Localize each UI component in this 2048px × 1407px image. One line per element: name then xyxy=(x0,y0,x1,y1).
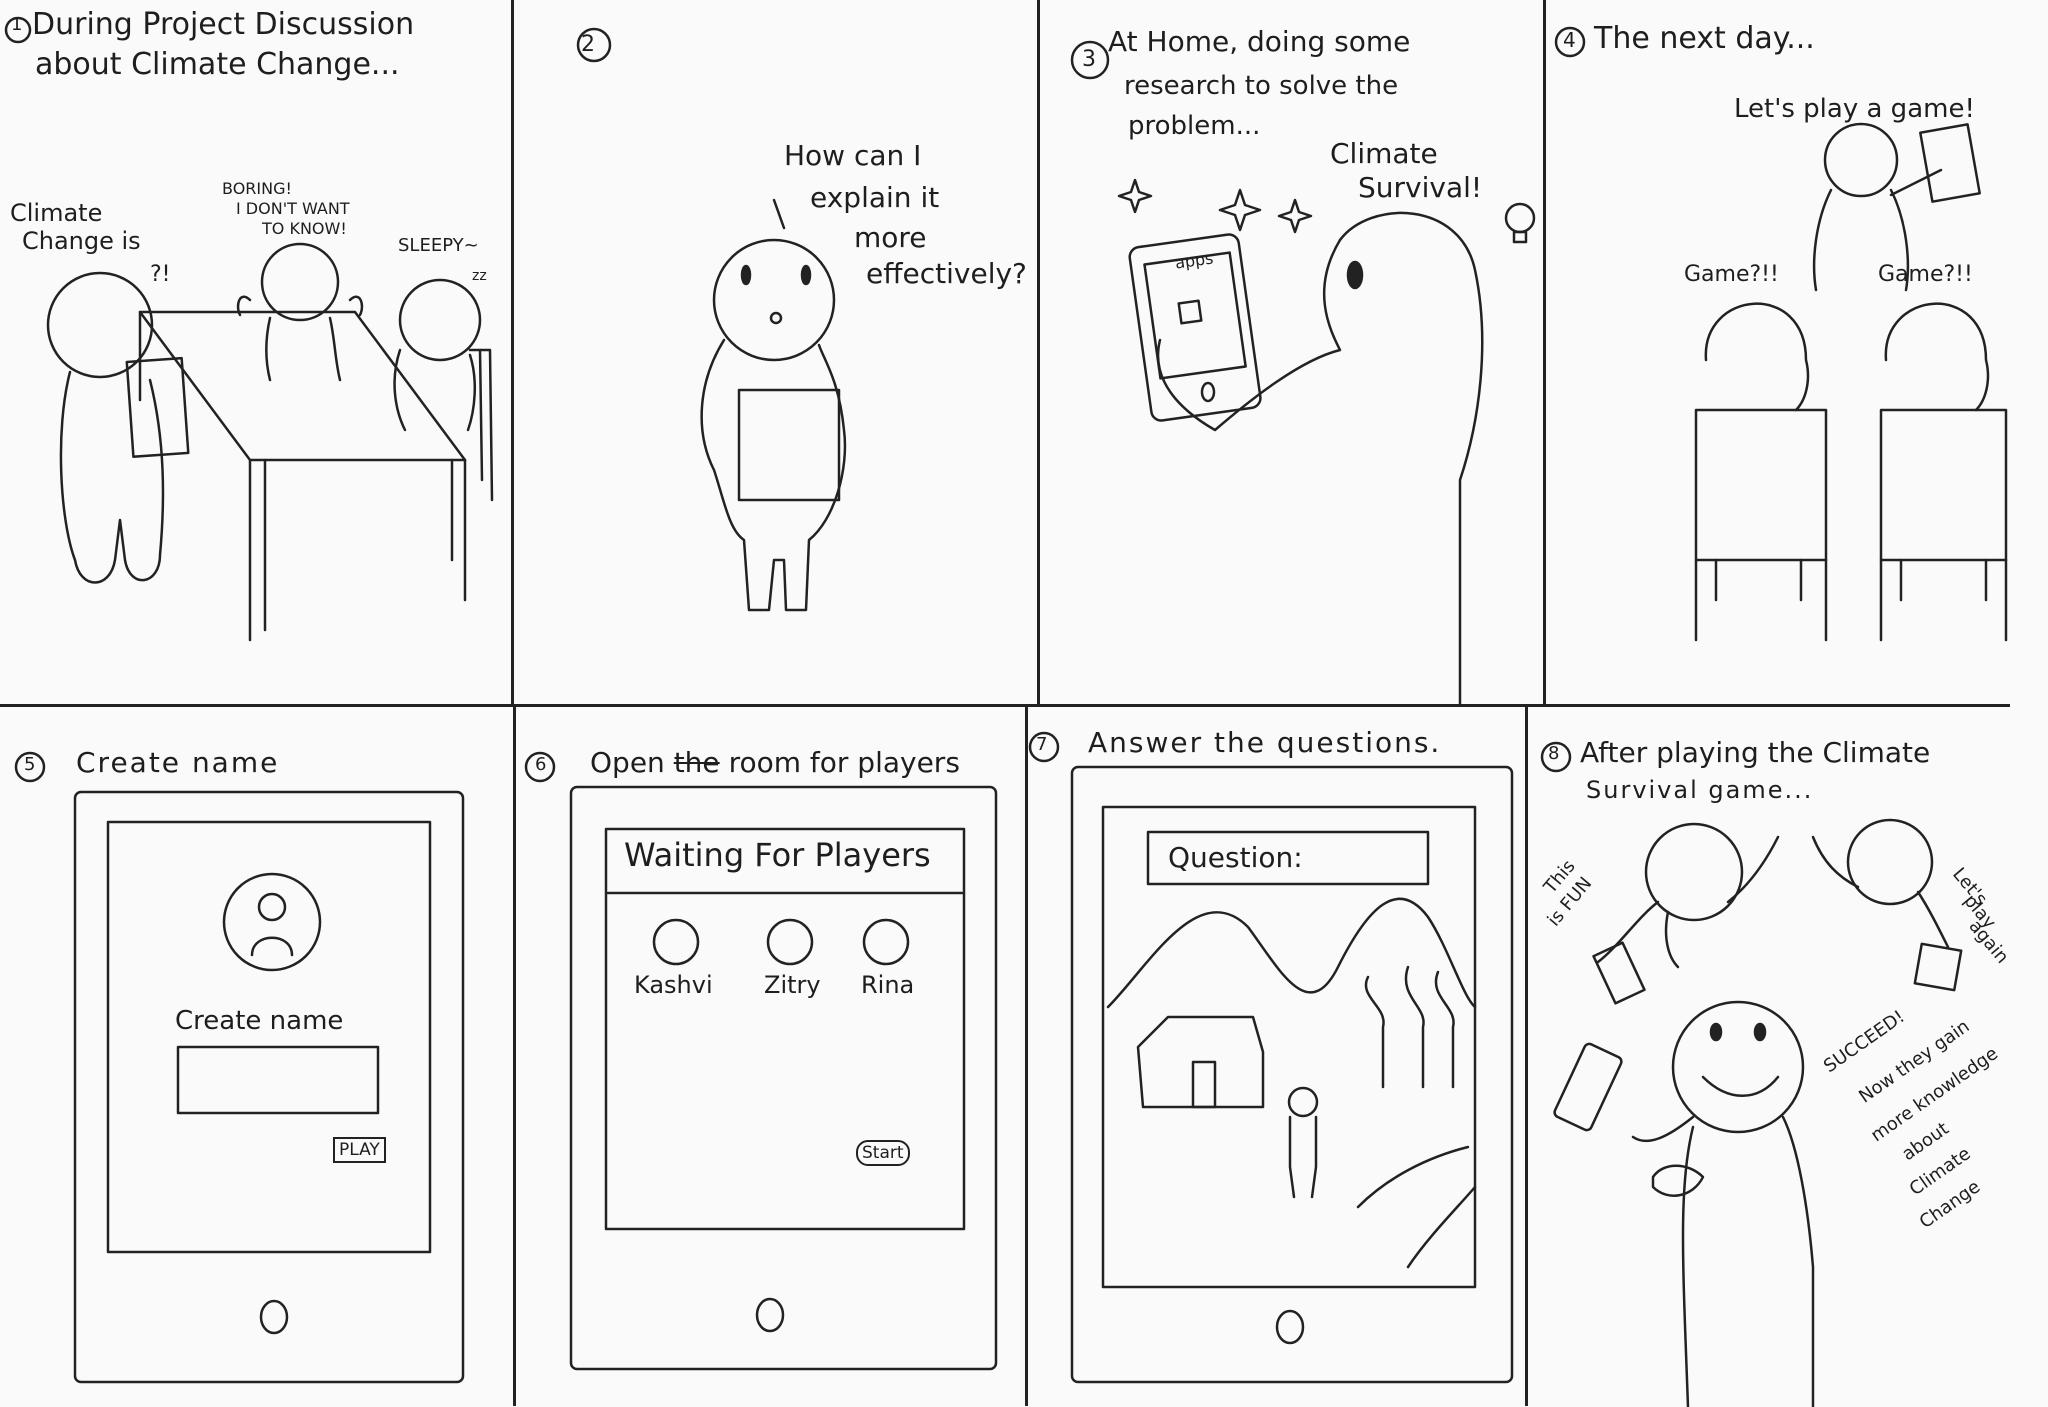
panel-6-caption-strike: the xyxy=(673,746,720,779)
panel-5-drawing xyxy=(14,751,465,1384)
panel-8-caption-1: After playing the Climate xyxy=(1580,736,1931,769)
panel-1-number: 1 xyxy=(11,14,23,35)
panel-7-number: 7 xyxy=(1036,734,1048,755)
panel-1-caption-line-2: about Climate Change... xyxy=(35,47,400,82)
speech-climate-3: ?! xyxy=(150,262,171,287)
panel-6: 6 Open the room for players Waiting For … xyxy=(516,707,1024,1407)
player-name-3: Rina xyxy=(861,971,915,999)
question-label: Question: xyxy=(1168,841,1303,874)
panel-5-number: 5 xyxy=(24,754,36,775)
speech-climate-1: Climate xyxy=(10,199,103,227)
panel-3-speech-1: Climate xyxy=(1330,137,1438,170)
panel-3-caption-1: At Home, doing some xyxy=(1108,25,1411,58)
waiting-header: Waiting For Players xyxy=(624,836,931,874)
panel-8-number: 8 xyxy=(1548,743,1560,764)
speech-boring-1: BORING! xyxy=(222,179,292,198)
panel-4: 4 The next day... Let's play a game! Gam… xyxy=(1546,0,2010,704)
panel-8: 8 After playing the Climate Survival gam… xyxy=(1528,707,2010,1407)
panel-4-speech-top: Let's play a game! xyxy=(1734,94,1975,124)
panel-7: 7 Answer the questions. Question: xyxy=(1028,707,1524,1407)
play-button[interactable]: PLAY xyxy=(333,1137,386,1163)
panel-3-speech-2: Survival! xyxy=(1358,171,1483,204)
panel-3-number: 3 xyxy=(1082,47,1096,72)
panel-1: During Project Discussion about Climate … xyxy=(0,0,510,704)
panel-2: 2 How can I explain it more effectively? xyxy=(514,0,1036,704)
panel-2-speech-2: explain it xyxy=(810,181,940,214)
panel-2-speech-4: effectively? xyxy=(866,257,1027,290)
speech-climate-2: Change is xyxy=(22,227,141,255)
panel-3: 3 At Home, doing some research to solve … xyxy=(1040,0,1542,704)
panel-6-caption: Open the room for players xyxy=(590,746,960,779)
create-name-label: Create name xyxy=(175,1006,344,1036)
panel-3-drawing xyxy=(1070,40,1536,704)
panel-7-caption: Answer the questions. xyxy=(1088,726,1442,759)
speech-boring-3: TO KNOW! xyxy=(262,219,347,238)
speech-boring-2: I DON'T WANT xyxy=(236,199,350,218)
panel-6-caption-b: room for players xyxy=(728,746,960,779)
panel-2-drawing xyxy=(576,27,847,612)
panel-6-caption-a: Open xyxy=(590,746,665,779)
panel-4-speech-right: Game?!! xyxy=(1878,262,1973,287)
panel-5-caption: Create name xyxy=(76,746,280,779)
player-name-1: Kashvi xyxy=(634,971,713,999)
panel-3-caption-2: research to solve the xyxy=(1124,71,1399,101)
panel-2-number: 2 xyxy=(581,32,595,57)
panel-4-number: 4 xyxy=(1563,28,1576,52)
panel-2-speech-3: more xyxy=(854,221,927,254)
panel-7-drawing xyxy=(1028,731,1514,1384)
speech-sleepy-1: SLEEPY~ xyxy=(398,235,479,256)
panel-6-number: 6 xyxy=(535,754,547,775)
start-button[interactable]: Start xyxy=(856,1140,910,1166)
panel-5: 5 Create name Create name PLAY xyxy=(0,707,512,1407)
panel-6-drawing xyxy=(524,751,998,1371)
panel-1-drawing xyxy=(4,16,494,642)
panel-1-caption-line-1: During Project Discussion xyxy=(32,7,415,42)
panel-4-caption: The next day... xyxy=(1594,21,1815,56)
panel-8-caption-2: Survival game... xyxy=(1586,776,1814,804)
panel-4-speech-left: Game?!! xyxy=(1684,262,1779,287)
panel-2-speech-1: How can I xyxy=(784,139,922,172)
speech-sleepy-2: zz xyxy=(472,268,487,284)
player-name-2: Zitry xyxy=(764,971,821,999)
panel-3-caption-3: problem... xyxy=(1128,111,1261,141)
